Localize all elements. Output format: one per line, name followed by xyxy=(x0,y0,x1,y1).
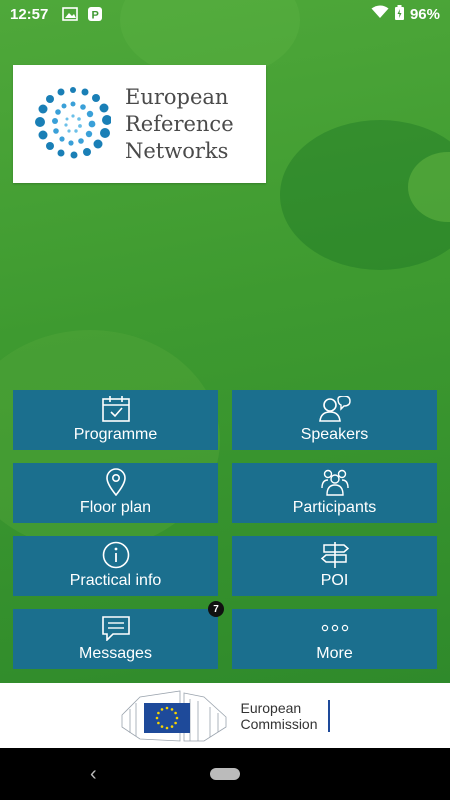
home-pill-icon[interactable] xyxy=(210,768,240,780)
messages-label: Messages xyxy=(79,645,152,662)
more-dots-icon xyxy=(320,613,350,643)
image-notification-icon xyxy=(62,7,79,21)
info-icon xyxy=(102,540,130,570)
speakers-icon xyxy=(318,394,351,424)
messages-badge: 7 xyxy=(208,601,224,617)
participants-icon xyxy=(319,467,351,497)
more-label: More xyxy=(316,645,353,662)
app-logo: European Reference Networks xyxy=(13,65,266,183)
back-icon[interactable]: ‹ xyxy=(90,763,97,786)
wifi-icon xyxy=(371,5,389,23)
status-bar: 12:57 P 96% xyxy=(0,0,450,28)
main-menu: Programme Speakers Floor plan Participan… xyxy=(13,390,437,669)
european-commission-logo-icon xyxy=(122,690,227,741)
participants-button[interactable]: Participants xyxy=(232,463,437,523)
poi-button[interactable]: POI xyxy=(232,536,437,596)
battery-level: 96% xyxy=(409,5,440,23)
floor-plan-button[interactable]: Floor plan xyxy=(13,463,218,523)
calendar-icon xyxy=(101,394,131,424)
practical-info-button[interactable]: Practical info xyxy=(13,536,218,596)
app-logo-text: European Reference Networks xyxy=(125,84,234,165)
parking-notification-icon: P xyxy=(88,7,103,22)
svg-text:P: P xyxy=(92,10,99,22)
ern-logo-icon xyxy=(35,87,111,159)
more-button[interactable]: More xyxy=(232,609,437,669)
european-commission-text: European Commission xyxy=(240,699,330,732)
ec-line: Commission xyxy=(240,715,318,732)
programme-button[interactable]: Programme xyxy=(13,390,218,450)
message-icon xyxy=(101,613,131,643)
practical-info-label: Practical info xyxy=(69,572,162,589)
battery-icon xyxy=(394,4,404,24)
logo-line: European xyxy=(125,84,229,109)
speakers-label: Speakers xyxy=(300,426,369,443)
logo-line: Networks xyxy=(125,138,229,163)
poi-label: POI xyxy=(320,572,349,589)
status-time: 12:57 xyxy=(10,5,49,23)
messages-button[interactable]: Messages 7 xyxy=(13,601,224,669)
speakers-button[interactable]: Speakers xyxy=(232,390,437,450)
signpost-icon xyxy=(320,540,350,570)
participants-label: Participants xyxy=(292,499,377,516)
floor-plan-label: Floor plan xyxy=(79,499,152,516)
location-pin-icon xyxy=(105,467,127,497)
programme-label: Programme xyxy=(73,426,158,443)
ec-line: European xyxy=(240,699,302,716)
footer: European Commission xyxy=(0,683,450,748)
logo-line: Reference xyxy=(125,111,234,136)
system-navigation-bar: ‹ xyxy=(0,748,450,800)
